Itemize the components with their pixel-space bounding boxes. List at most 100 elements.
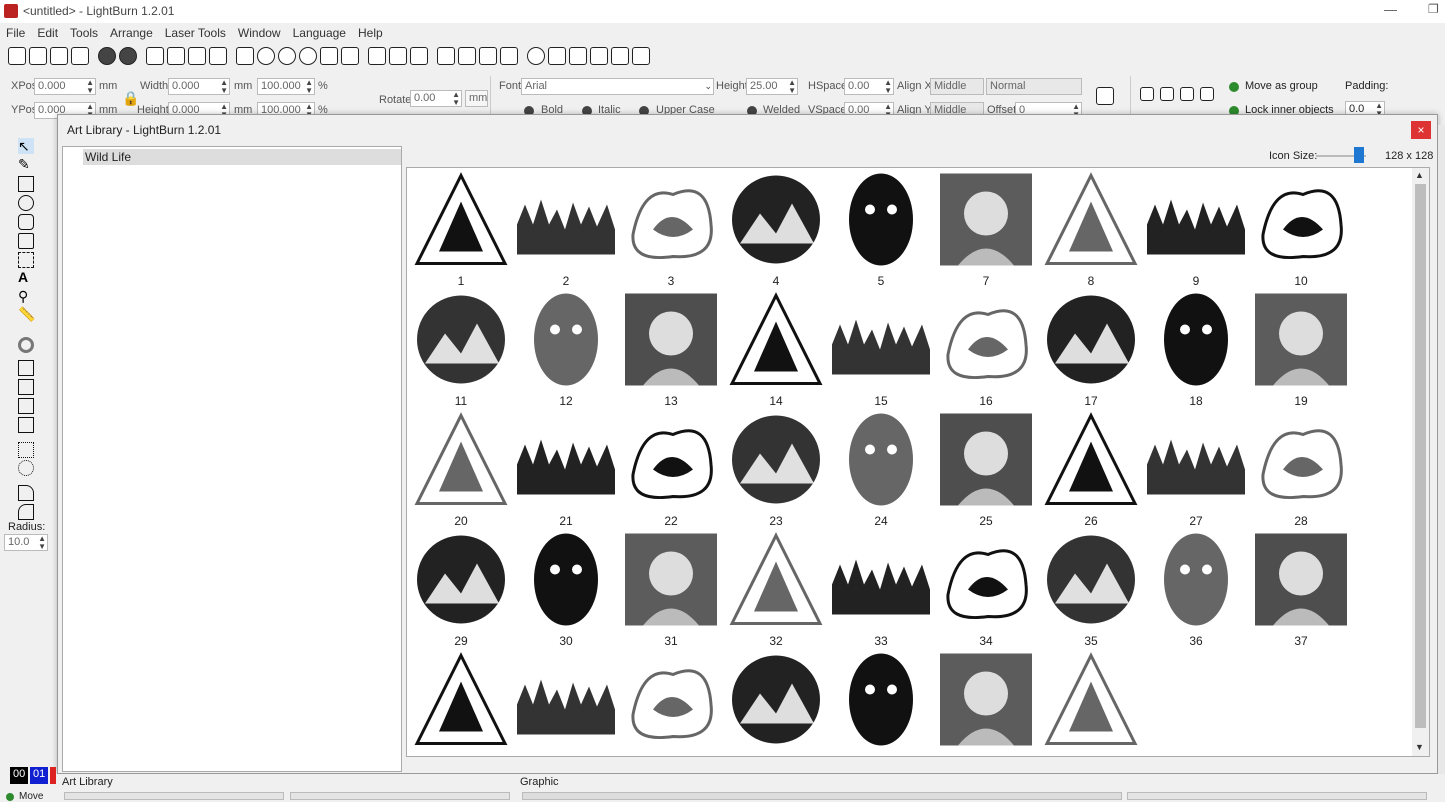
- distribute-icon[interactable]: [590, 47, 608, 65]
- art-library-tab[interactable]: Art Library: [62, 776, 113, 788]
- art-thumbnail[interactable]: [411, 171, 511, 271]
- art-thumbnail[interactable]: [1041, 531, 1141, 631]
- new-file-icon[interactable]: [8, 47, 26, 65]
- font-select[interactable]: Arial ⌄: [521, 78, 714, 95]
- nudge-icon[interactable]: [632, 47, 650, 65]
- menu-window[interactable]: Window: [238, 23, 281, 43]
- boolean-intersect-icon[interactable]: [18, 417, 34, 433]
- gallery-scrollbar[interactable]: ▲ ▼: [1412, 168, 1429, 756]
- art-thumbnail[interactable]: [621, 531, 721, 631]
- art-thumbnail[interactable]: [936, 531, 1036, 631]
- scale-width-input[interactable]: 100.000 ▲ ▼: [257, 78, 315, 95]
- open-folder-icon[interactable]: [29, 47, 47, 65]
- align-horizontal-center-icon[interactable]: [1160, 87, 1174, 101]
- ungroup-icon[interactable]: [458, 47, 476, 65]
- zoom-fit-icon[interactable]: [299, 47, 317, 65]
- scroll-up-icon[interactable]: ▲: [1415, 170, 1424, 180]
- art-thumbnail[interactable]: [1146, 291, 1246, 391]
- art-thumbnail[interactable]: [831, 531, 931, 631]
- layer-01-swatch[interactable]: 01: [30, 767, 48, 784]
- layer-00-swatch[interactable]: 00: [10, 767, 28, 784]
- menu-edit[interactable]: Edit: [37, 23, 58, 43]
- art-thumbnail[interactable]: [726, 651, 826, 751]
- mirror-vertical-icon[interactable]: [500, 47, 518, 65]
- move-icon[interactable]: [236, 47, 254, 65]
- zoom-frame-icon[interactable]: [320, 47, 338, 65]
- select-arrow-icon[interactable]: ↖: [18, 138, 34, 154]
- art-thumbnail[interactable]: [831, 171, 931, 271]
- hspace-input[interactable]: 0.00 ▲ ▼: [844, 78, 894, 95]
- art-thumbnail[interactable]: [1251, 291, 1351, 391]
- pentagon-icon[interactable]: [18, 233, 34, 249]
- menu-laser-tools[interactable]: Laser Tools: [165, 23, 226, 43]
- art-thumbnail[interactable]: [936, 411, 1036, 511]
- art-thumbnail[interactable]: [516, 291, 616, 391]
- graphic-tab[interactable]: Graphic: [520, 776, 559, 788]
- group-icon[interactable]: [437, 47, 455, 65]
- restore-icon[interactable]: ❐: [1428, 2, 1444, 18]
- scrollbar-thumb[interactable]: [1415, 184, 1426, 728]
- camera-icon[interactable]: [341, 47, 359, 65]
- art-thumbnail[interactable]: [936, 291, 1036, 391]
- rotate-input[interactable]: 0.00 ▲ ▼: [410, 90, 462, 107]
- move-as-group-toggle[interactable]: [1229, 82, 1239, 92]
- category-item-wild-life[interactable]: Wild Life: [83, 149, 401, 165]
- text-mode-select[interactable]: Normal: [986, 78, 1082, 95]
- paste-icon[interactable]: [188, 47, 206, 65]
- art-thumbnail[interactable]: [1251, 531, 1351, 631]
- offset-shapes-icon[interactable]: [18, 337, 34, 353]
- mirror-horizontal-icon[interactable]: [479, 47, 497, 65]
- scroll-down-icon[interactable]: ▼: [1415, 742, 1424, 752]
- menu-tools[interactable]: Tools: [70, 23, 98, 43]
- radius-input[interactable]: 10.0 ▲ ▼: [4, 534, 48, 551]
- art-thumbnail[interactable]: [726, 291, 826, 391]
- art-thumbnail[interactable]: [936, 171, 1036, 271]
- align-top-edge-icon[interactable]: [1180, 87, 1194, 101]
- tools-icon[interactable]: [410, 47, 428, 65]
- save-as-icon[interactable]: [71, 47, 89, 65]
- menu-arrange[interactable]: Arrange: [110, 23, 153, 43]
- align-left-edge-icon[interactable]: [1140, 87, 1154, 101]
- art-thumbnail[interactable]: [1251, 411, 1351, 511]
- circular-array-icon[interactable]: [18, 460, 34, 476]
- font-height-input[interactable]: 25.00 ▲ ▼: [746, 78, 798, 95]
- art-thumbnail[interactable]: [411, 291, 511, 391]
- minimize-icon[interactable]: —: [1384, 2, 1400, 18]
- align-bottom-edge-icon[interactable]: [1200, 87, 1214, 101]
- ellipse-icon[interactable]: [18, 195, 34, 211]
- icon-size-slider-handle[interactable]: [1354, 147, 1364, 163]
- art-thumbnail[interactable]: [516, 171, 616, 271]
- art-thumbnail[interactable]: [1041, 411, 1141, 511]
- menu-help[interactable]: Help: [358, 23, 383, 43]
- art-thumbnail[interactable]: [1041, 291, 1141, 391]
- copy-icon[interactable]: [146, 47, 164, 65]
- rectangle-icon[interactable]: [18, 176, 34, 192]
- art-thumbnail[interactable]: [831, 411, 931, 511]
- menu-file[interactable]: File: [6, 23, 25, 43]
- distribute-spacing-icon[interactable]: [611, 47, 629, 65]
- art-thumbnail[interactable]: [936, 651, 1036, 751]
- align-middle-icon[interactable]: [569, 47, 587, 65]
- art-thumbnail[interactable]: [1041, 651, 1141, 751]
- art-thumbnail[interactable]: [411, 411, 511, 511]
- art-thumbnail[interactable]: [411, 651, 511, 751]
- art-thumbnail[interactable]: [516, 531, 616, 631]
- art-thumbnail[interactable]: [726, 411, 826, 511]
- undo-icon[interactable]: [98, 47, 116, 65]
- position-pin-icon[interactable]: ⚲: [18, 288, 34, 304]
- align-center-icon[interactable]: [527, 47, 545, 65]
- layer-02-swatch[interactable]: [50, 767, 56, 784]
- align-left-icon[interactable]: [548, 47, 566, 65]
- art-thumbnail[interactable]: [1146, 531, 1246, 631]
- art-thumbnail[interactable]: [621, 411, 721, 511]
- art-thumbnail[interactable]: [1146, 171, 1246, 271]
- boolean-subtract-icon[interactable]: [18, 398, 34, 414]
- cut-icon[interactable]: [167, 47, 185, 65]
- frame-icon[interactable]: [18, 252, 34, 268]
- zoom-in-icon[interactable]: [257, 47, 275, 65]
- close-icon[interactable]: ×: [1411, 121, 1431, 139]
- settings-gear-icon[interactable]: [389, 47, 407, 65]
- save-icon[interactable]: [50, 47, 68, 65]
- art-thumbnail[interactable]: [411, 531, 511, 631]
- art-thumbnail[interactable]: [1251, 171, 1351, 271]
